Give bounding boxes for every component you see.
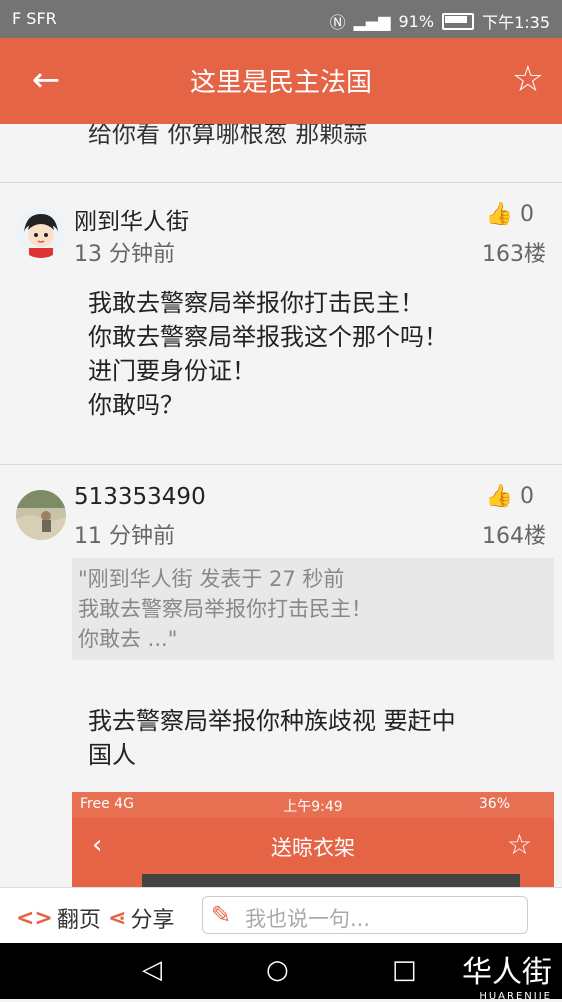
thumbs-up-icon: 👍 <box>485 484 513 509</box>
share-icon: ⋖ <box>108 905 127 931</box>
title-bar: ← 这里是民主法国 ☆ <box>0 38 562 124</box>
like-button[interactable]: 👍 0 <box>486 202 534 227</box>
divider <box>0 464 562 465</box>
bottom-action-bar: <> 翻页 ⋖ 分享 ✎ 我也说一句... <box>0 887 562 944</box>
watermark-en: HUARENJIE <box>479 991 552 1002</box>
embedded-battery: 36% <box>478 796 510 812</box>
divider <box>0 182 562 183</box>
previous-post-text: 给你看 你算哪根葱 那颗蒜 <box>88 124 368 148</box>
home-circle-icon[interactable]: ○ <box>266 955 289 985</box>
quote-line: "刚到华人街 发表于 27 秒前 <box>78 567 345 591</box>
page-turn-button[interactable]: <> 翻页 <box>16 902 101 934</box>
post-line: 我去警察局举报你种族歧视 要赶中 <box>88 707 456 735</box>
quoted-post[interactable]: "刚到华人街 发表于 27 秒前 我敢去警察局举报你打击民主！ 你敢去 ..." <box>72 558 554 660</box>
reply-placeholder: 我也说一句... <box>245 907 371 931</box>
post-line: 国人 <box>88 741 136 769</box>
post-line: 我敢去警察局举报你打击民主！ <box>88 289 424 317</box>
share-label: 分享 <box>130 908 175 933</box>
battery-icon <box>442 12 475 30</box>
like-count: 0 <box>520 202 534 227</box>
signal-icon: ▂▄▆ <box>353 11 391 31</box>
embedded-status-bar: Free 4G 上午9:49 36% <box>72 792 554 818</box>
username[interactable]: 513353490 <box>74 484 206 510</box>
thread-content[interactable]: 给你看 你算哪根葱 那颗蒜 刚到华人街 13 分钟前 👍 0 163楼 我敢去警… <box>0 124 562 887</box>
reply-input[interactable]: ✎ 我也说一句... <box>202 896 528 934</box>
embedded-screenshot-image[interactable]: Free 4G 上午9:49 36% ‹ 送晾衣架 ☆ <box>72 792 554 887</box>
like-button[interactable]: 👍 0 <box>486 484 534 509</box>
carrier-label: F SFR <box>12 9 57 28</box>
thumbs-up-icon: 👍 <box>485 202 513 227</box>
avatar[interactable] <box>16 208 66 258</box>
post-line: 你敢吗？ <box>88 391 184 419</box>
status-right: Ⓝ ▂▄▆ 91% 下午1:35 <box>330 9 550 33</box>
clock: 下午1:35 <box>482 13 550 32</box>
share-button[interactable]: ⋖ 分享 <box>108 902 174 934</box>
recents-square-icon[interactable]: □ <box>392 955 417 985</box>
back-triangle-icon[interactable]: ◁ <box>142 955 162 985</box>
quote-line: 我敢去警察局举报你打击民主！ <box>78 597 372 621</box>
post-line: 你敢去警察局举报我这个那个吗！ <box>88 323 448 351</box>
watermark-logo: 华人街 HUARENJIE <box>462 947 552 1002</box>
page-turn-label: 翻页 <box>56 908 101 933</box>
floor-number: 164楼 <box>482 524 546 549</box>
nfc-icon: Ⓝ <box>329 13 346 32</box>
embedded-next-bar <box>142 874 520 887</box>
floor-number: 163楼 <box>482 242 546 267</box>
quote-line: 你敢去 ..." <box>78 627 178 651</box>
post-time: 13 分钟前 <box>74 242 175 267</box>
like-count: 0 <box>520 484 534 509</box>
avatar[interactable] <box>16 490 66 540</box>
system-nav-bar: ◁ ○ □ 华人街 HUARENJIE <box>0 943 562 1002</box>
post-time: 11 分钟前 <box>74 524 175 549</box>
battery-percent: 91% <box>398 11 435 31</box>
star-icon: ☆ <box>506 828 532 861</box>
pen-icon: ✎ <box>211 901 232 929</box>
embedded-title: 送晾衣架 <box>271 836 355 860</box>
status-bar: F SFR Ⓝ ▂▄▆ 91% 下午1:35 <box>0 0 562 38</box>
favorite-star-icon[interactable]: ☆ <box>512 60 544 100</box>
page-title: 这里是民主法国 <box>189 68 372 98</box>
username[interactable]: 刚到华人街 <box>74 202 189 236</box>
embedded-title-bar: ‹ 送晾衣架 ☆ <box>72 818 554 874</box>
post-line: 进门要身份证！ <box>88 357 256 385</box>
code-brackets-icon: <> <box>16 905 53 931</box>
post-body: 我去警察局举报你种族歧视 要赶中 国人 <box>88 704 456 772</box>
post-body: 我敢去警察局举报你打击民主！ 你敢去警察局举报我这个那个吗！ 进门要身份证！ 你… <box>88 286 448 422</box>
watermark-cn: 华人街 <box>462 955 552 990</box>
